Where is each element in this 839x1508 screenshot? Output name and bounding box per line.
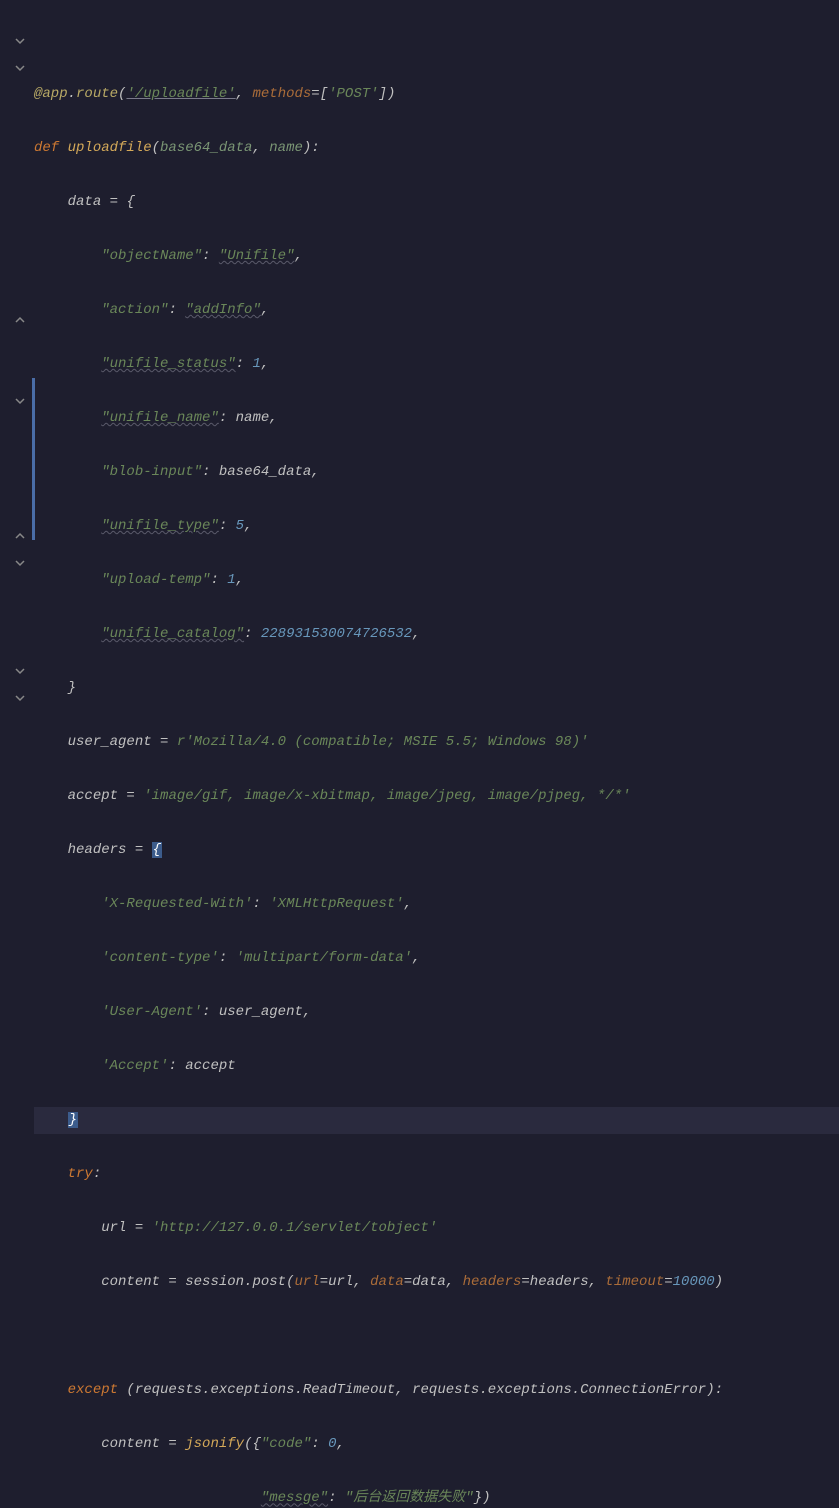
code-line: @app.route('/uploadfile', methods=['POST… [34, 81, 839, 108]
change-marker [32, 378, 35, 540]
code-line: } [34, 675, 839, 702]
code-line: "action": "addInfo", [34, 297, 839, 324]
code-line: content = session.post(url=url, data=dat… [34, 1269, 839, 1296]
code-line: 'User-Agent': user_agent, [34, 999, 839, 1026]
fold-icon[interactable] [14, 395, 26, 407]
fold-icon[interactable] [14, 665, 26, 677]
code-line: 'Accept': accept [34, 1053, 839, 1080]
code-line: accept = 'image/gif, image/x-xbitmap, im… [34, 783, 839, 810]
code-line: try: [34, 1161, 839, 1188]
code-line: url = 'http://127.0.0.1/servlet/tobject' [34, 1215, 839, 1242]
code-line: "unifile_type": 5, [34, 513, 839, 540]
fold-icon[interactable] [14, 692, 26, 704]
code-line: headers = { [34, 837, 839, 864]
code-line: def uploadfile(base64_data, name): [34, 135, 839, 162]
code-line: except (requests.exceptions.ReadTimeout,… [34, 1377, 839, 1404]
code-line: } [34, 1107, 839, 1134]
code-line: data = { [34, 189, 839, 216]
code-line: "messge": "后台返回数据失败"}) [34, 1485, 839, 1508]
code-line: 'content-type': 'multipart/form-data', [34, 945, 839, 972]
fold-icon[interactable] [14, 62, 26, 74]
code-line: "upload-temp": 1, [34, 567, 839, 594]
code-line [34, 1323, 839, 1350]
code-line: 'X-Requested-With': 'XMLHttpRequest', [34, 891, 839, 918]
code-line: user_agent = r'Mozilla/4.0 (compatible; … [34, 729, 839, 756]
matching-bracket: } [68, 1112, 78, 1128]
code-line: "objectName": "Unifile", [34, 243, 839, 270]
code-line: "unifile_status": 1, [34, 351, 839, 378]
fold-icon[interactable] [14, 530, 26, 542]
code-line: content = jsonify({"code": 0, [34, 1431, 839, 1458]
matching-bracket: { [152, 842, 162, 858]
fold-icon[interactable] [14, 35, 26, 47]
code-line: "unifile_name": name, [34, 405, 839, 432]
fold-icon[interactable] [14, 314, 26, 326]
fold-icon[interactable] [14, 557, 26, 569]
code-line: "unifile_catalog": 228931530074726532, [34, 621, 839, 648]
code-area[interactable]: @app.route('/uploadfile', methods=['POST… [32, 0, 839, 754]
gutter [0, 0, 32, 754]
code-line: "blob-input": base64_data, [34, 459, 839, 486]
code-editor: @app.route('/uploadfile', methods=['POST… [0, 0, 839, 754]
